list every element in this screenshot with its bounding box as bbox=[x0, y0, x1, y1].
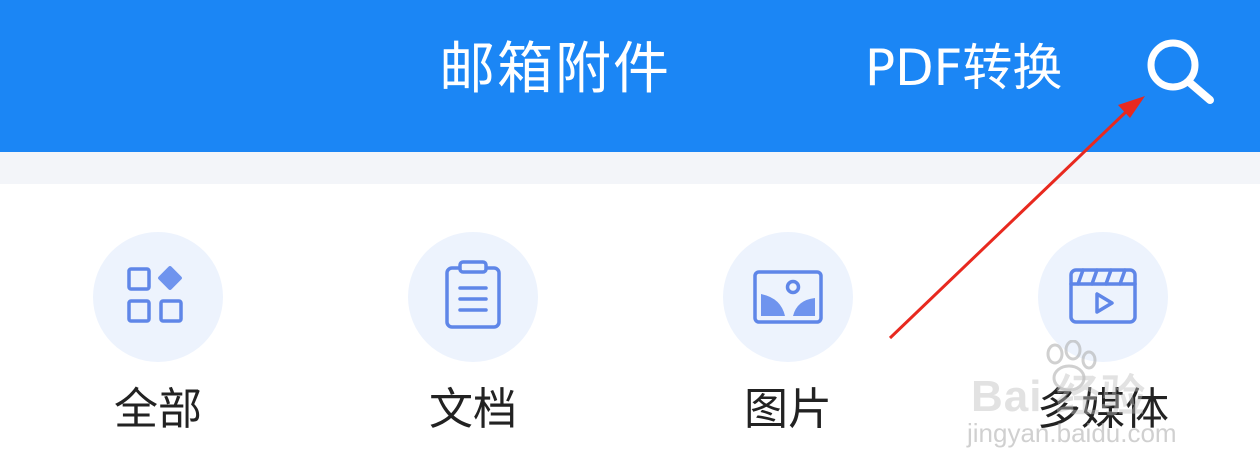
category-documents[interactable]: 文档 bbox=[373, 232, 573, 462]
category-icon-circle bbox=[93, 232, 223, 362]
section-divider bbox=[0, 152, 1260, 184]
category-icon-circle bbox=[1038, 232, 1168, 362]
search-icon bbox=[1147, 39, 1214, 104]
category-label: 多媒体 bbox=[1037, 384, 1169, 435]
grid-icon bbox=[127, 266, 183, 323]
category-row: 全部 文档 图片 多媒体 bbox=[0, 184, 1260, 474]
video-clapper-icon bbox=[1069, 268, 1137, 324]
category-label: 文档 bbox=[429, 384, 517, 435]
search-button[interactable] bbox=[1140, 32, 1222, 108]
category-label: 全部 bbox=[114, 384, 202, 435]
image-icon bbox=[753, 270, 823, 324]
category-icon-circle bbox=[408, 232, 538, 362]
category-icon-circle bbox=[723, 232, 853, 362]
category-images[interactable]: 图片 bbox=[688, 232, 888, 462]
category-all[interactable]: 全部 bbox=[58, 232, 258, 462]
top-header: 邮箱附件 PDF转换 bbox=[0, 0, 1260, 152]
pdf-convert-button[interactable]: PDF转换 bbox=[865, 36, 1062, 100]
category-multimedia[interactable]: 多媒体 bbox=[1003, 232, 1203, 462]
category-label: 图片 bbox=[744, 384, 832, 435]
clipboard-icon bbox=[445, 260, 501, 329]
